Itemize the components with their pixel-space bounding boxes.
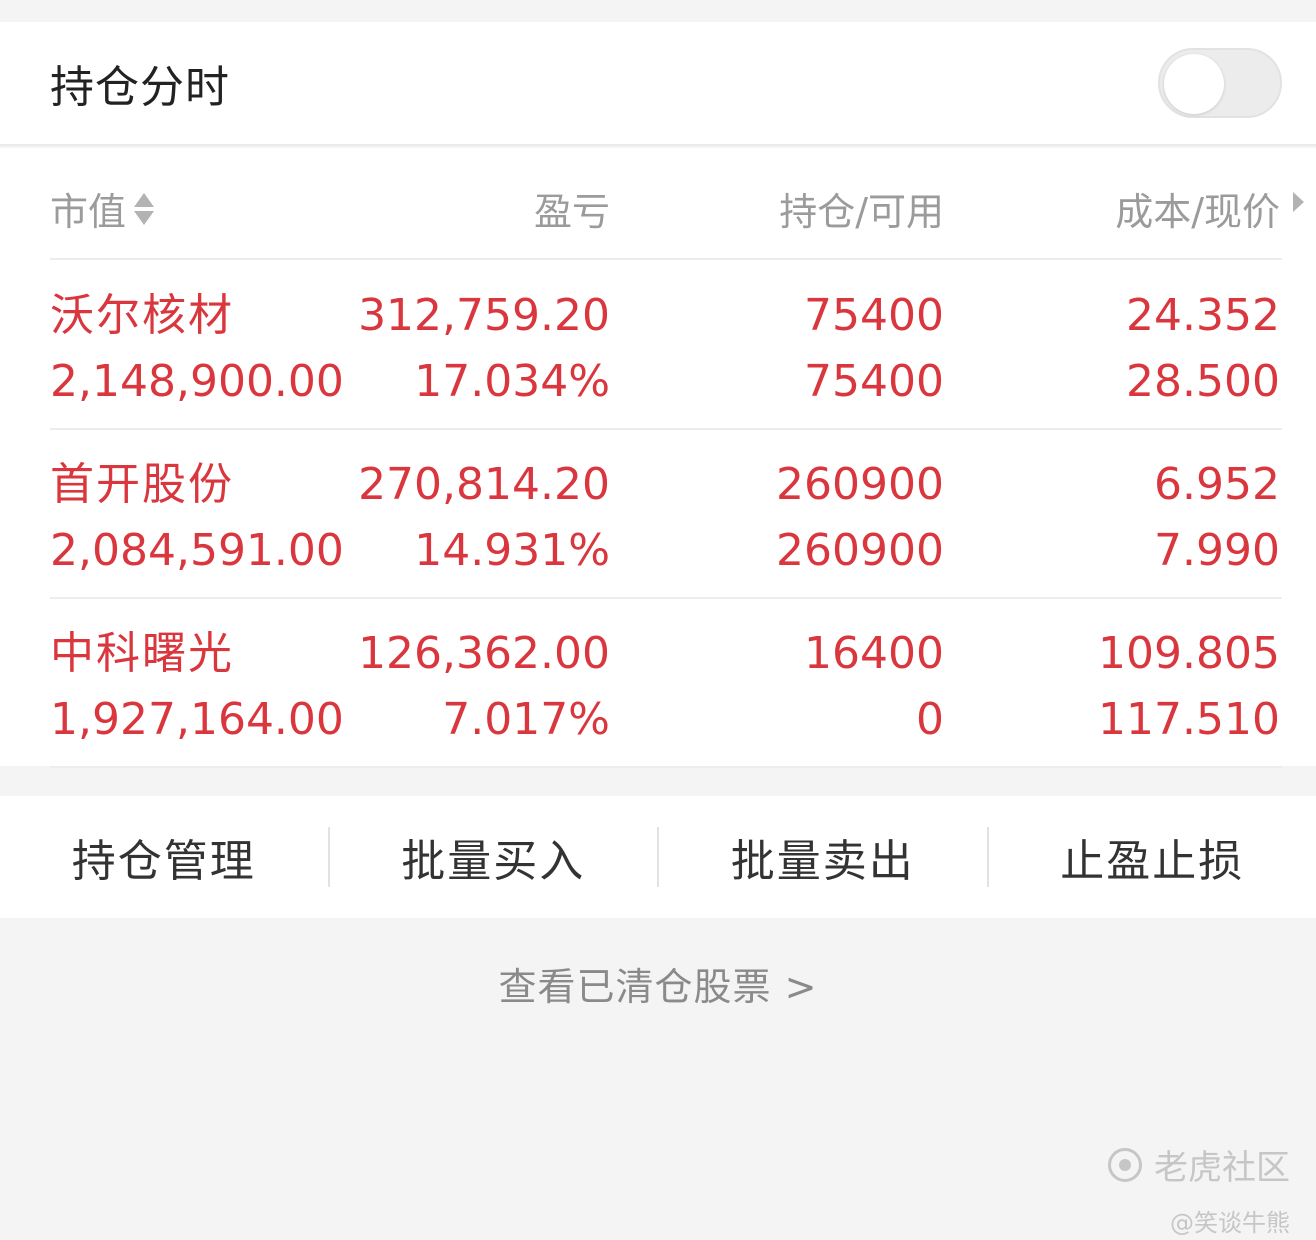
position-qty: 260900 [776, 459, 944, 510]
column-header-market-value[interactable]: 市值 [50, 181, 155, 236]
pl-amount: 126,362.00 [358, 628, 610, 679]
tiger-logo-icon [1108, 1147, 1142, 1182]
market-value: 2,148,900.00 [50, 356, 344, 407]
watermark-user: @笑谈牛熊 [1170, 1209, 1290, 1237]
watermark-brand: 老虎社区 [1154, 1148, 1290, 1188]
column-header-position: 持仓/可用 [779, 190, 944, 234]
cost-price: 6.952 [1154, 459, 1280, 510]
current-price: 7.990 [1154, 525, 1280, 576]
watermark-brand-line: 老虎社区 [1108, 1140, 1290, 1189]
section-title: 持仓分时 [50, 62, 230, 113]
table-header: 市值 盈亏 持仓/可用 成本/现价 [50, 148, 1304, 260]
stock-name: 沃尔核材 [50, 290, 234, 341]
pl-amount: 270,814.20 [358, 459, 610, 510]
available-qty: 75400 [804, 356, 944, 407]
holdings-header: 持仓分时 [0, 22, 1316, 146]
market-value: 1,927,164.00 [50, 694, 344, 745]
holdings-page: 持仓分时 市值 盈亏 持仓/可用 成本/现价 沃尔核材 2,148,900.00… [0, 0, 1316, 1240]
available-qty: 260900 [776, 525, 944, 576]
current-price: 28.500 [1126, 356, 1280, 407]
column-header-cost: 成本/现价 [1115, 190, 1280, 234]
batch-buy-button[interactable]: 批量买入 [330, 825, 658, 889]
holdings-table: 市值 盈亏 持仓/可用 成本/现价 沃尔核材 2,148,900.00 312,… [0, 148, 1316, 768]
manage-holdings-button[interactable]: 持仓管理 [0, 825, 328, 889]
pl-percent: 7.017% [442, 694, 610, 745]
cost-price: 24.352 [1126, 290, 1280, 341]
intraday-toggle[interactable] [1158, 48, 1282, 118]
position-qty: 16400 [804, 628, 944, 679]
column-header-label: 市值 [50, 190, 127, 234]
batch-sell-button[interactable]: 批量卖出 [659, 825, 987, 889]
market-value: 2,084,591.00 [50, 525, 344, 576]
chevron-right-icon[interactable] [1293, 192, 1304, 212]
stock-name: 中科曙光 [50, 628, 234, 679]
table-row[interactable]: 沃尔核材 2,148,900.00 312,759.20 17.034% 754… [50, 260, 1282, 430]
column-header-profit-loss: 盈亏 [533, 190, 610, 234]
toggle-knob [1164, 54, 1224, 114]
cost-price: 109.805 [1098, 628, 1280, 679]
stock-name: 首开股份 [50, 459, 234, 510]
table-row[interactable]: 首开股份 2,084,591.00 270,814.20 14.931% 260… [50, 429, 1282, 599]
available-qty: 0 [916, 694, 944, 745]
current-price: 117.510 [1098, 694, 1280, 745]
stop-profit-loss-button[interactable]: 止盈止损 [989, 825, 1316, 889]
sort-icon[interactable] [134, 192, 155, 225]
pl-percent: 17.034% [414, 356, 610, 407]
action-bar: 持仓管理 批量买入 批量卖出 止盈止损 [0, 796, 1316, 918]
table-row[interactable]: 中科曙光 1,927,164.00 126,362.00 7.017% 1640… [50, 598, 1282, 768]
pl-amount: 312,759.20 [358, 290, 610, 341]
pl-percent: 14.931% [414, 525, 610, 576]
view-cleared-stocks-link[interactable]: 查看已清仓股票 > [0, 956, 1316, 1011]
watermark: 老虎社区 @笑谈牛熊 [1108, 1140, 1290, 1238]
position-qty: 75400 [804, 290, 944, 341]
